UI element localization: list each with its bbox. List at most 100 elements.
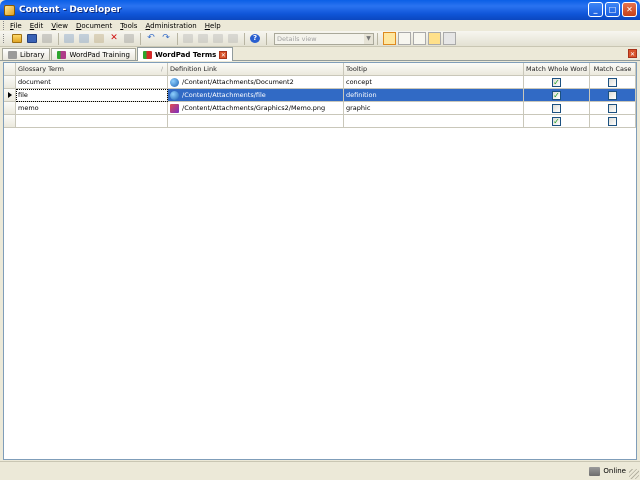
copy-icon[interactable]	[77, 32, 91, 45]
undo-icon[interactable]: ↶	[144, 32, 158, 45]
match-case-checkbox[interactable]	[608, 103, 617, 113]
match-case-cell	[590, 89, 636, 102]
row-header[interactable]	[4, 89, 16, 102]
match-case-cell	[590, 115, 636, 128]
term-cell[interactable]	[16, 115, 168, 128]
match-case-checkbox[interactable]	[608, 90, 617, 100]
bold-icon[interactable]	[181, 32, 195, 45]
print-icon[interactable]	[40, 32, 54, 45]
whole-word-checkbox[interactable]: ✓	[552, 77, 561, 87]
help-icon[interactable]: ?	[248, 32, 262, 45]
table-row[interactable]: memo /Content/Attachments/Graphics2/Memo…	[4, 102, 636, 115]
split-vertical-icon[interactable]	[413, 32, 426, 45]
checked-terms-icon	[142, 50, 152, 59]
term-cell[interactable]: document	[16, 76, 168, 89]
resize-grip-icon[interactable]	[629, 469, 639, 479]
table-row[interactable]: file /Content/Attachments/file definitio…	[4, 89, 636, 102]
toolbar-separator	[377, 32, 378, 45]
view-select[interactable]: Details view ▼	[274, 32, 374, 45]
tooltip-cell[interactable]: graphic	[344, 102, 524, 115]
split-horizontal-icon[interactable]	[398, 32, 411, 45]
connection-status: Online	[603, 467, 626, 475]
cut-icon[interactable]	[62, 32, 76, 45]
menu-grip-icon[interactable]	[3, 21, 6, 30]
menu-help[interactable]: Help	[205, 22, 221, 30]
network-icon	[589, 466, 601, 476]
whole-word-cell: ✓	[524, 89, 590, 102]
match-case-checkbox[interactable]	[608, 116, 617, 126]
grid-header: Glossary Term ∕ Definition Link Tooltip M…	[4, 63, 636, 76]
globe-icon	[170, 90, 179, 100]
column-header-tooltip[interactable]: Tooltip	[344, 63, 524, 76]
whole-word-cell	[524, 102, 590, 115]
tab-wordpad-training[interactable]: WordPad Training	[51, 48, 136, 60]
menu-file[interactable]: File	[10, 22, 22, 30]
column-header-link[interactable]: Definition Link	[168, 63, 344, 76]
link-cell[interactable]: /Content/Attachments/Graphics2/Memo.png	[168, 102, 344, 115]
tab-library[interactable]: Library	[2, 48, 51, 60]
italic-icon[interactable]	[196, 32, 210, 45]
toolbar-grip-icon[interactable]	[3, 34, 6, 43]
close-all-tabs-icon[interactable]: ✕	[628, 49, 637, 58]
tooltip-cell[interactable]: concept	[344, 76, 524, 89]
delete-icon[interactable]: ✕	[107, 32, 121, 45]
menu-tools[interactable]: Tools	[120, 22, 137, 30]
column-header-term[interactable]: Glossary Term ∕	[16, 63, 168, 76]
open-folder-icon[interactable]	[10, 32, 24, 45]
tooltip-cell[interactable]	[344, 115, 524, 128]
link-cell[interactable]	[168, 115, 344, 128]
folder-up-icon[interactable]	[428, 32, 441, 45]
row-header[interactable]	[4, 76, 16, 89]
title-bar[interactable]: Content - Developer _ □ ✕	[0, 0, 640, 20]
row-header-corner[interactable]	[4, 63, 16, 76]
term-cell[interactable]: memo	[16, 102, 168, 115]
window-title: Content - Developer	[19, 5, 122, 15]
menu-administration[interactable]: Administration	[145, 22, 196, 30]
tab-label: WordPad Training	[69, 50, 130, 59]
whole-word-checkbox[interactable]	[552, 103, 561, 113]
row-header[interactable]	[4, 115, 16, 128]
details-view-icon[interactable]	[383, 32, 396, 45]
app-icon	[4, 4, 15, 16]
whole-word-checkbox[interactable]: ✓	[552, 116, 561, 126]
indent-icon[interactable]	[211, 32, 225, 45]
link-cell[interactable]: /Content/Attachments/file	[168, 89, 344, 102]
term-cell[interactable]: file	[16, 89, 168, 102]
tooltip-cell[interactable]: definition	[344, 89, 524, 102]
redo-icon[interactable]: ↷	[159, 32, 173, 45]
tab-wordpad-terms[interactable]: WordPad Terms ✕	[136, 47, 234, 61]
save-icon[interactable]	[25, 32, 39, 45]
outdent-icon[interactable]	[226, 32, 240, 45]
column-resize-icon[interactable]: ∕	[161, 66, 163, 73]
menu-document[interactable]: Document	[76, 22, 112, 30]
chevron-down-icon[interactable]: ▼	[364, 33, 373, 44]
glossary-grid: Glossary Term ∕ Definition Link Tooltip M…	[3, 62, 637, 460]
column-header-whole-word[interactable]: Match Whole Word	[524, 63, 590, 76]
properties-icon[interactable]	[122, 32, 136, 45]
close-button[interactable]: ✕	[622, 2, 637, 17]
toolbar-separator	[244, 32, 245, 45]
maximize-button[interactable]: □	[605, 2, 620, 17]
column-header-label: Glossary Term	[18, 65, 64, 73]
new-row[interactable]: ✓	[4, 115, 636, 128]
paste-icon[interactable]	[92, 32, 106, 45]
library-icon	[8, 50, 17, 59]
menu-view[interactable]: View	[51, 22, 68, 30]
menu-edit[interactable]: Edit	[30, 22, 44, 30]
whole-word-checkbox[interactable]: ✓	[552, 90, 561, 100]
table-row[interactable]: document /Content/Attachments/Document2 …	[4, 76, 636, 89]
close-tab-icon[interactable]: ✕	[219, 50, 228, 59]
link-cell[interactable]: /Content/Attachments/Document2	[168, 76, 344, 89]
globe-icon	[170, 77, 179, 87]
column-header-match-case[interactable]: Match Case	[590, 63, 636, 76]
window-controls: _ □ ✕	[588, 2, 637, 17]
refresh-icon[interactable]	[443, 32, 456, 45]
view-select-value: Details view	[277, 34, 317, 43]
image-icon	[170, 103, 179, 113]
status-bar: Online	[0, 461, 640, 480]
match-case-checkbox[interactable]	[608, 77, 617, 87]
tab-label: Library	[20, 50, 45, 59]
minimize-button[interactable]: _	[588, 2, 603, 17]
row-header[interactable]	[4, 102, 16, 115]
menu-bar: File Edit View Document Tools Administra…	[0, 20, 640, 31]
